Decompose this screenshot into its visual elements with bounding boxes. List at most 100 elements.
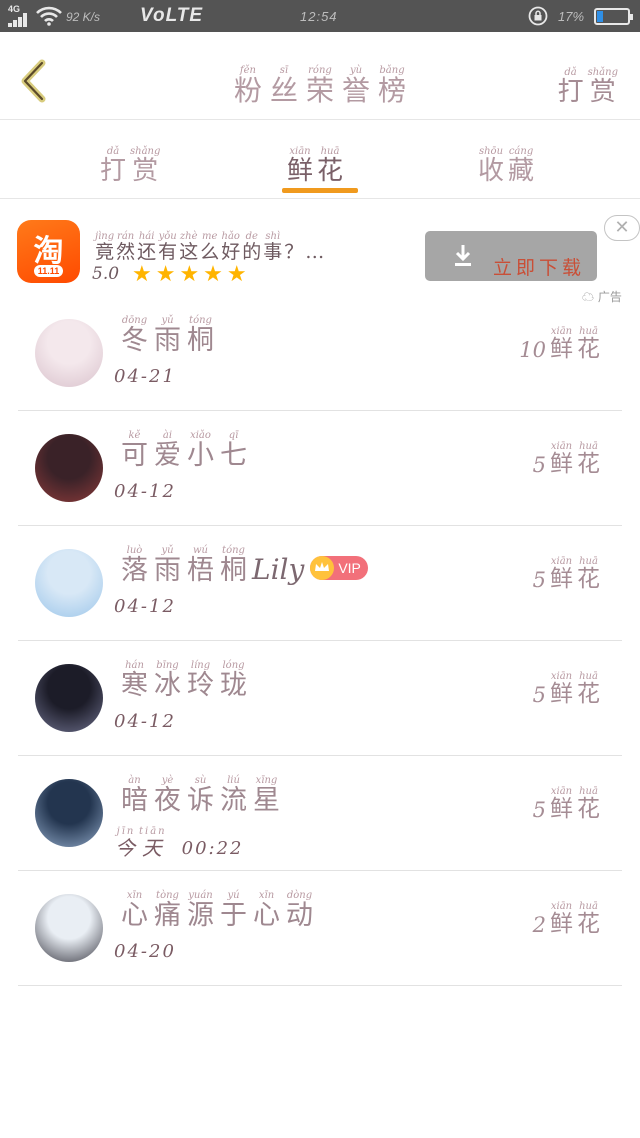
- hanzi-char: tóng 桐: [220, 545, 247, 586]
- hanzi-char: huā 花: [577, 326, 600, 362]
- hanzi: 打: [557, 77, 584, 107]
- flower-count-value: 10: [519, 338, 546, 363]
- volte-indicator: VoLTE: [140, 5, 204, 26]
- hanzi-char: huā 花: [577, 671, 600, 707]
- fan-name: xīn 心 tòng 痛 yuán 源 yú 于 xīn 心 dòng 动: [118, 890, 316, 931]
- hanzi: 事: [263, 241, 283, 263]
- fan-date-value: 00:22: [181, 838, 244, 860]
- star-rating-icon: ★★★★★: [132, 262, 251, 287]
- ad-close-button[interactable]: ✕: [604, 215, 640, 241]
- hanzi-char: tòng 痛: [154, 890, 181, 931]
- hanzi: 诉: [187, 785, 214, 816]
- fan-row[interactable]: dōng 冬 yǔ 雨 tóng 桐 04-21 10 xiān 鲜 huā 花: [18, 296, 622, 411]
- hanzi-char: xīn 心: [121, 890, 148, 931]
- hanzi: 然: [116, 241, 136, 263]
- hanzi-char: shǎng 赏: [130, 146, 160, 186]
- hanzi-char: líng 玲: [187, 660, 214, 701]
- hanzi-char: xiān 鲜: [550, 326, 573, 362]
- hanzi-char: sù 诉: [187, 775, 214, 816]
- hanzi: 花: [577, 566, 600, 592]
- header: fěn 粉 sī 丝 róng 荣 yù 誉 bǎng 榜 dǎ 打 shǎng 赏: [0, 32, 640, 120]
- hanzi: 誉: [342, 74, 371, 107]
- fan-date-value: 04-20: [114, 941, 176, 962]
- taobao-app-icon[interactable]: 淘 11.11: [17, 220, 80, 283]
- fan-name-latin: Lily: [252, 552, 305, 586]
- hanzi-char: zhè 这: [179, 231, 198, 263]
- ad-rating: 5.0: [92, 264, 120, 284]
- hanzi: 心: [121, 900, 148, 931]
- hanzi: 的: [242, 241, 262, 263]
- hanzi-char: rán 然: [116, 231, 135, 263]
- hanzi: 玲: [187, 670, 214, 701]
- fan-row[interactable]: kě 可 ài 爱 xiǎo 小 qī 七 04-12 5 xiān 鲜 huā 花: [18, 411, 622, 526]
- download-icon: [455, 245, 471, 266]
- avatar[interactable]: [35, 319, 103, 387]
- hanzi-char: dòng 动: [286, 890, 313, 931]
- fan-date: 04-21: [114, 366, 176, 387]
- hanzi: 榜: [378, 74, 407, 107]
- fan-date-value: 04-21: [114, 366, 176, 387]
- hanzi-char: kě 可: [121, 430, 148, 471]
- hanzi-char: xiǎo 小: [187, 430, 214, 471]
- hanzi-char: hán 寒: [121, 660, 148, 701]
- hanzi-char: jìng 竟: [95, 231, 114, 263]
- fan-row[interactable]: luò 落 yǔ 雨 wú 梧 tóng 桐 Lily VIP 04-12 5 xiān 鲜 huā 花: [18, 526, 622, 641]
- hanzi-char: luò 落: [121, 545, 148, 586]
- hanzi: 收: [478, 156, 505, 186]
- avatar[interactable]: [35, 664, 103, 732]
- fan-row[interactable]: àn 暗 yè 夜 sù 诉 liú 流 xīng 星 jīn 今 tiān 天 00:22 5 xiān 鲜 hu…: [18, 756, 622, 871]
- hanzi-char: tóng 桐: [187, 315, 214, 356]
- page-title: fěn 粉 sī 丝 róng 荣 yù 誉 bǎng 榜: [0, 58, 640, 107]
- hanzi-char: 下: [539, 247, 558, 279]
- hanzi: 天: [141, 836, 164, 860]
- hanzi-char: huā 花: [577, 901, 600, 937]
- hanzi-char: yú 于: [220, 890, 247, 931]
- tab-reward[interactable]: dǎ 打 shǎng 赏: [98, 139, 162, 186]
- hanzi: 打: [100, 156, 127, 186]
- hanzi: 夜: [154, 785, 181, 816]
- hanzi: 花: [577, 451, 600, 477]
- fan-date: jīn 今 tiān 天 00:22: [114, 826, 244, 859]
- fan-name: kě 可 ài 爱 xiǎo 小 qī 七: [118, 430, 250, 471]
- fan-date: 04-12: [114, 711, 176, 732]
- tab-flowers[interactable]: xiān 鲜 huā 花: [285, 139, 345, 186]
- download-button[interactable]: 立 即 下 载: [425, 231, 597, 281]
- hanzi: 痛: [154, 900, 181, 931]
- fan-row[interactable]: hán 寒 bīng 冰 líng 玲 lóng 珑 04-12 5 xiān 鲜 huā 花: [18, 641, 622, 756]
- hanzi: 流: [220, 785, 247, 816]
- fan-name: àn 暗 yè 夜 sù 诉 liú 流 xīng 星: [118, 775, 283, 816]
- ad-banner[interactable]: 淘 11.11 jìng 竟 rán 然 hái 还 yǒu 有 zhè 这 me 么 hǎo 好 de 的 s…: [0, 200, 640, 306]
- flower-count-value: 2: [532, 913, 546, 938]
- hanzi-char: shōu 收: [478, 146, 504, 186]
- hanzi: 冰: [154, 670, 181, 701]
- hanzi-char: yuán 源: [187, 890, 214, 931]
- hanzi-char: hǎo 好: [221, 231, 240, 263]
- fan-row[interactable]: xīn 心 tòng 痛 yuán 源 yú 于 xīn 心 dòng 动 04-20 2 xiān 鲜 huā…: [18, 871, 622, 986]
- hanzi: 寒: [121, 670, 148, 701]
- reward-button[interactable]: dǎ 打 shǎng 赏: [556, 60, 620, 107]
- flower-count: 5 xiān 鲜 huā 花: [533, 441, 602, 477]
- avatar[interactable]: [35, 779, 103, 847]
- hanzi-char: yǔ 雨: [154, 315, 181, 356]
- hanzi: 今: [115, 836, 137, 860]
- avatar[interactable]: [35, 894, 103, 962]
- hanzi: 荣: [305, 74, 334, 107]
- hanzi-char: xiān 鲜: [550, 441, 573, 477]
- hanzi-char: 即: [516, 247, 535, 279]
- flower-count-value: 5: [532, 683, 546, 708]
- hanzi-char: xiān 鲜: [550, 671, 573, 707]
- hanzi: 鲜: [287, 156, 314, 186]
- avatar[interactable]: [35, 549, 103, 617]
- hanzi-char: huā 花: [577, 786, 600, 822]
- hanzi: 鲜: [550, 796, 573, 822]
- hanzi: 桐: [187, 325, 214, 356]
- hanzi-char: xīng 星: [253, 775, 280, 816]
- hanzi: 好: [221, 241, 241, 263]
- tab-favorites[interactable]: shōu 收 cáng 藏: [476, 139, 536, 186]
- avatar[interactable]: [35, 434, 103, 502]
- hanzi: 心: [253, 900, 280, 931]
- hanzi: 鲜: [550, 911, 573, 937]
- hanzi-char: wú 梧: [187, 545, 214, 586]
- vip-label: VIP: [338, 559, 361, 576]
- fan-name: dōng 冬 yǔ 雨 tóng 桐: [118, 315, 217, 356]
